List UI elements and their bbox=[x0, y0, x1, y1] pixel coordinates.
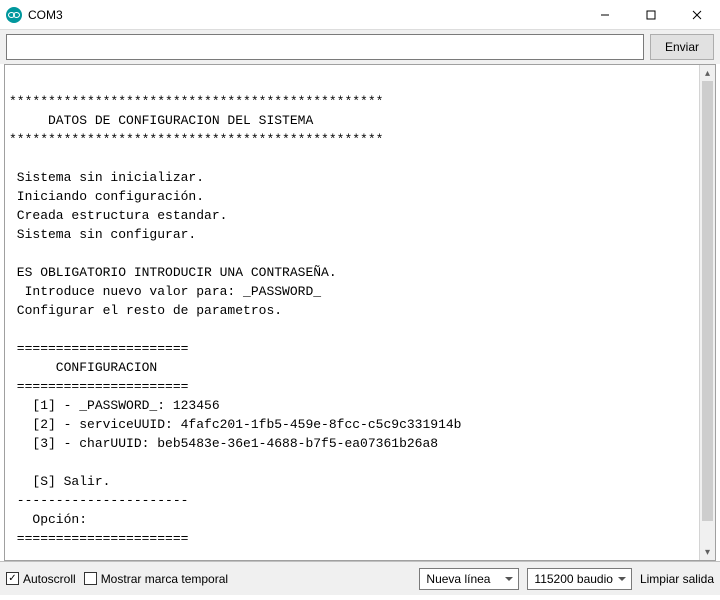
titlebar: COM3 bbox=[0, 0, 720, 30]
send-button[interactable]: Enviar bbox=[650, 34, 714, 60]
maximize-button[interactable] bbox=[628, 0, 674, 29]
timestamp-checkbox[interactable]: Mostrar marca temporal bbox=[84, 572, 228, 586]
checkbox-icon bbox=[84, 572, 97, 585]
minimize-button[interactable] bbox=[582, 0, 628, 29]
console-area: ****************************************… bbox=[4, 64, 716, 561]
baud-rate-value: 115200 baudio bbox=[534, 572, 613, 586]
maximize-icon bbox=[646, 10, 656, 20]
autoscroll-label: Autoscroll bbox=[23, 572, 76, 586]
arduino-icon bbox=[6, 7, 22, 23]
send-row: Enviar bbox=[0, 30, 720, 64]
window-title: COM3 bbox=[28, 8, 582, 22]
baud-rate-select[interactable]: 115200 baudio bbox=[527, 568, 632, 590]
close-button[interactable] bbox=[674, 0, 720, 29]
window-controls bbox=[582, 0, 720, 29]
clear-output-button[interactable]: Limpiar salida bbox=[640, 572, 714, 586]
line-ending-select[interactable]: Nueva línea bbox=[419, 568, 519, 590]
vertical-scrollbar[interactable]: ▴ ▾ bbox=[699, 65, 715, 560]
console-output[interactable]: ****************************************… bbox=[5, 65, 699, 560]
scroll-thumb[interactable] bbox=[702, 81, 713, 521]
scroll-up-arrow-icon[interactable]: ▴ bbox=[700, 65, 715, 81]
app-icon-slot bbox=[0, 7, 28, 23]
scroll-track[interactable] bbox=[700, 81, 715, 544]
footer-bar: ✓ Autoscroll Mostrar marca temporal Nuev… bbox=[0, 561, 720, 595]
serial-input[interactable] bbox=[6, 34, 644, 60]
autoscroll-checkbox[interactable]: ✓ Autoscroll bbox=[6, 572, 76, 586]
checkbox-icon: ✓ bbox=[6, 572, 19, 585]
close-icon bbox=[692, 10, 702, 20]
minimize-icon bbox=[600, 10, 610, 20]
line-ending-value: Nueva línea bbox=[426, 572, 490, 586]
scroll-down-arrow-icon[interactable]: ▾ bbox=[700, 544, 715, 560]
timestamp-label: Mostrar marca temporal bbox=[101, 572, 228, 586]
